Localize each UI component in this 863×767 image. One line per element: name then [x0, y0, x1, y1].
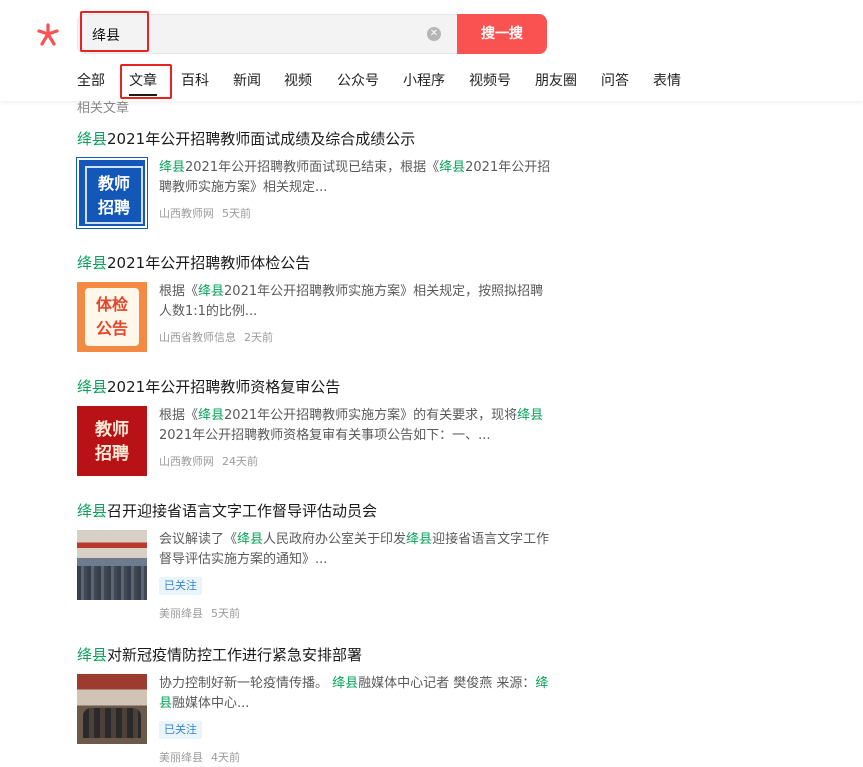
result-thumbnail[interactable] — [77, 674, 147, 744]
result-snippet: 绛县2021年公开招聘教师面试现已结束，根据《绛县2021年公开招聘教师实施方案… — [159, 158, 551, 198]
snippet-text: 协力控制好新一轮疫情传播。 — [159, 676, 333, 691]
result-title[interactable]: 绛县2021年公开招聘教师资格复审公告 — [77, 377, 547, 397]
result-source[interactable]: 山西教师网 — [159, 455, 214, 468]
tab-channels[interactable]: 视频号 — [469, 70, 511, 90]
snippet-text: 2021年公开招聘教师资格复审有关事项公告如下：一、... — [159, 428, 491, 443]
result-time: 5天前 — [222, 207, 251, 220]
result-title[interactable]: 绛县2021年公开招聘教师面试成绩及综合成绩公示 — [77, 129, 547, 149]
followed-badge: 已关注 — [159, 721, 202, 739]
snippet-text: 根据《 — [159, 408, 199, 423]
snippet-keyword: 绛县 — [332, 676, 359, 691]
snippet-keyword: 绛县 — [517, 408, 544, 423]
wechat-search-logo-icon[interactable] — [33, 22, 63, 48]
result-meta: 山西省教师信息 2天前 — [159, 329, 273, 345]
search-button[interactable]: 搜一搜 — [457, 14, 547, 54]
result-meta: 山西教师网 24天前 — [159, 453, 258, 469]
tab-qa[interactable]: 问答 — [601, 70, 629, 90]
result-meta: 美丽绛县 5天前 — [159, 605, 240, 621]
result-snippet: 根据《绛县2021年公开招聘教师实施方案》相关规定，按照拟招聘人数1:1的比例.… — [159, 282, 551, 322]
result-thumbnail[interactable]: 教师 招聘 — [77, 406, 147, 476]
snippet-text: 根据《 — [159, 284, 199, 299]
snippet-keyword: 绛县 — [198, 284, 225, 299]
result-time: 5天前 — [211, 607, 240, 620]
result-snippet: 协力控制好新一轮疫情传播。 绛县融媒体中心记者 樊俊燕 来源：绛县融媒体中心..… — [159, 674, 551, 714]
result-item[interactable]: 绛县对新冠疫情防控工作进行紧急安排部署 协力控制好新一轮疫情传播。 绛县融媒体中… — [77, 645, 548, 767]
clear-search-icon[interactable]: ✕ — [427, 27, 441, 41]
tab-news[interactable]: 新闻 — [233, 70, 261, 90]
result-meta: 山西教师网 5天前 — [159, 205, 251, 221]
followed-badge: 已关注 — [159, 577, 202, 595]
snippet-text: 人民政府办公室关于印发 — [263, 532, 407, 547]
snippet-text: 2021年公开招聘教师面试现已结束，根据《 — [185, 160, 440, 175]
result-item[interactable]: 绛县2021年公开招聘教师体检公告 体检 公告 根据《绛县2021年公开招聘教师实… — [77, 253, 547, 353]
tab-stickers[interactable]: 表情 — [653, 70, 681, 90]
result-source[interactable]: 美丽绛县 — [159, 751, 203, 764]
result-meta: 美丽绛县 4天前 — [159, 749, 240, 765]
result-time: 4天前 — [211, 751, 240, 764]
result-time: 24天前 — [222, 455, 258, 468]
tab-moments[interactable]: 朋友圈 — [535, 70, 577, 90]
tab-all[interactable]: 全部 — [77, 70, 105, 90]
snippet-text: 融媒体中心记者 樊俊燕 来源： — [358, 676, 536, 691]
snippet-keyword: 绛县 — [198, 408, 225, 423]
query-highlight-frame — [80, 11, 149, 52]
tab-videos[interactable]: 视频 — [284, 70, 312, 90]
snippet-text: 融媒体中心... — [172, 696, 250, 711]
snippet-keyword: 绛县 — [406, 532, 433, 547]
snippet-text: 2021年公开招聘教师实施方案》的有关要求，现将 — [224, 408, 518, 423]
result-item[interactable]: 绛县召开迎接省语言文字工作督导评估动员会 会议解读了《绛县人民政府办公室关于印发… — [77, 501, 549, 625]
result-item[interactable]: 绛县2021年公开招聘教师面试成绩及综合成绩公示 教师 招聘 绛县2021年公开招… — [76, 129, 550, 229]
result-source[interactable]: 山西教师网 — [159, 207, 214, 220]
result-title[interactable]: 绛县对新冠疫情防控工作进行紧急安排部署 — [77, 645, 547, 665]
result-source[interactable]: 山西省教师信息 — [159, 331, 236, 344]
search-header: 绛县 ✕ 搜一搜 全部 文章 百科 新闻 视频 公众号 小程序 视频号 朋友圈 … — [0, 0, 863, 101]
snippet-text: 会议解读了《 — [159, 532, 238, 547]
result-snippet: 会议解读了《绛县人民政府办公室关于印发绛县迎接省语言文字工作督导评估实施方案的通… — [159, 530, 551, 570]
result-snippet: 根据《绛县2021年公开招聘教师实施方案》的有关要求，现将绛县2021年公开招聘… — [159, 406, 551, 446]
result-time: 2天前 — [244, 331, 273, 344]
snippet-keyword: 绛县 — [237, 532, 264, 547]
snippet-keyword: 绛县 — [439, 160, 466, 175]
tab-mini-programs[interactable]: 小程序 — [403, 70, 445, 90]
tab-encyclopedia[interactable]: 百科 — [181, 70, 209, 90]
result-title[interactable]: 绛县召开迎接省语言文字工作督导评估动员会 — [77, 501, 547, 521]
result-thumbnail[interactable]: 教师 招聘 — [76, 157, 148, 229]
result-thumbnail[interactable] — [77, 530, 147, 600]
result-thumbnail[interactable]: 体检 公告 — [77, 282, 147, 352]
snippet-keyword: 绛县 — [159, 160, 186, 175]
result-title[interactable]: 绛县2021年公开招聘教师体检公告 — [77, 253, 547, 273]
result-item[interactable]: 绛县2021年公开招聘教师资格复审公告 教师 招聘 根据《绛县2021年公开招聘教… — [77, 377, 547, 477]
active-tab-highlight-frame — [120, 64, 172, 99]
tab-official-accounts[interactable]: 公众号 — [337, 70, 379, 90]
result-source[interactable]: 美丽绛县 — [159, 607, 203, 620]
